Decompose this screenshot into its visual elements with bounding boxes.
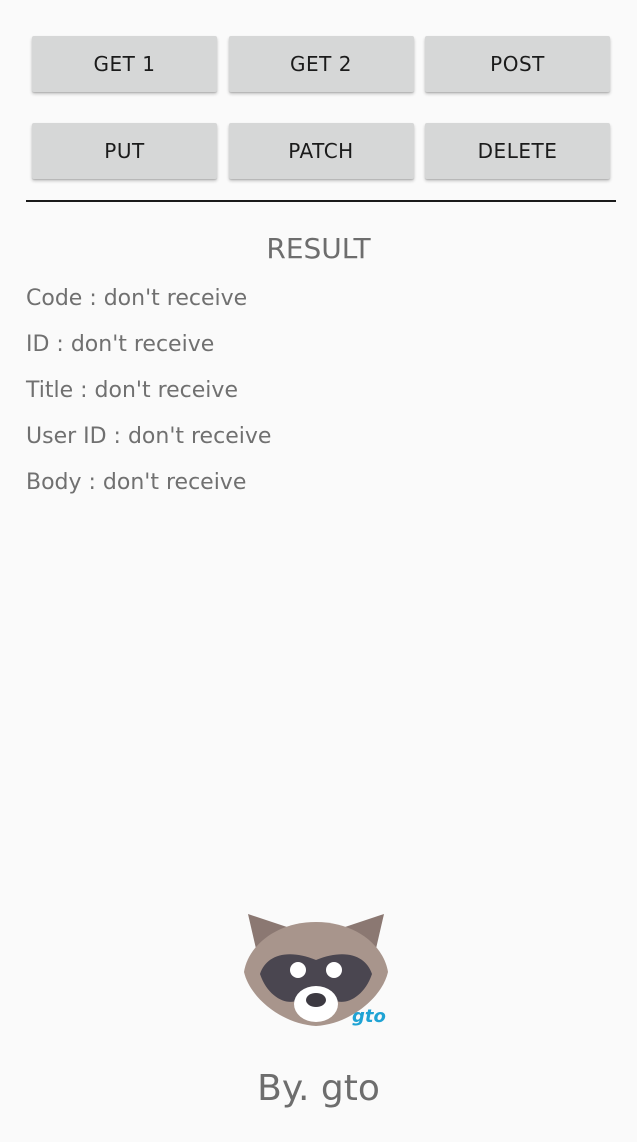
- get2-button[interactable]: GET 2: [228, 36, 414, 92]
- result-body: Body : don't receive: [26, 470, 247, 495]
- button-row-2: PUT PATCH DELETE: [32, 123, 610, 179]
- delete-button[interactable]: DELETE: [425, 123, 610, 179]
- get1-button[interactable]: GET 1: [32, 36, 217, 92]
- put-button[interactable]: PUT: [32, 123, 217, 179]
- footer-credit: By. gto: [257, 1068, 380, 1109]
- result-title-line: Title : don't receive: [26, 378, 238, 403]
- app-screen: GET 1 GET 2 POST PUT PATCH DELETE RESULT…: [0, 0, 637, 1142]
- divider: [26, 200, 616, 202]
- result-list: Code : don't receive ID : don't receive …: [26, 284, 271, 514]
- patch-button[interactable]: PATCH: [228, 123, 414, 179]
- raccoon-left-eye: [290, 962, 306, 978]
- result-code: Code : don't receive: [26, 286, 248, 311]
- raccoon-right-eye: [326, 962, 342, 978]
- button-row-1: GET 1 GET 2 POST: [32, 36, 610, 92]
- result-id: ID : don't receive: [26, 332, 215, 357]
- post-button[interactable]: POST: [425, 36, 610, 92]
- result-title: RESULT: [266, 232, 371, 265]
- result-user-id: User ID : don't receive: [26, 424, 272, 449]
- raccoon-nose: [306, 993, 326, 1007]
- logo-text-value: gto: [352, 1006, 386, 1027]
- logo-text: gto: [352, 1006, 386, 1028]
